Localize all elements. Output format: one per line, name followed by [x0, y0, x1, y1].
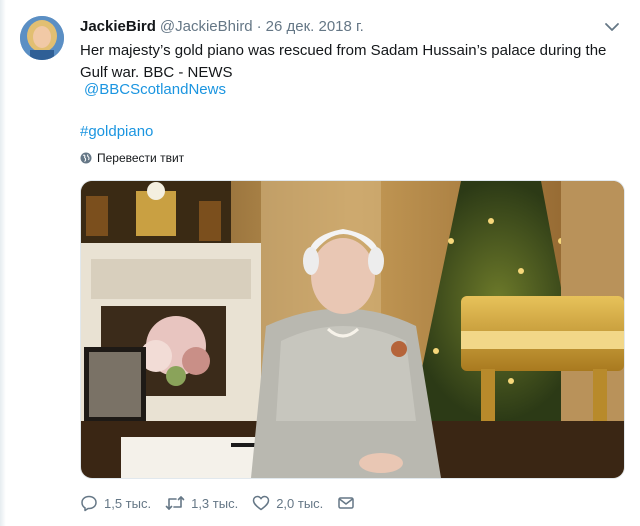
retweet-icon — [165, 496, 185, 510]
reply-icon — [81, 495, 97, 512]
reply-count: 1,5 тыс. — [104, 495, 152, 511]
globe-icon — [80, 152, 92, 164]
tweet-date[interactable]: 26 дек. 2018 г. — [266, 18, 364, 35]
reply-button[interactable]: 1,5 тыс. — [80, 494, 151, 512]
separator: · — [256, 17, 262, 35]
like-icon — [252, 495, 270, 511]
tweet-header: JackieBird @JackieBhird · 26 дек. 2018 г… — [80, 16, 364, 36]
message-button[interactable] — [337, 494, 355, 512]
like-button[interactable]: 2,0 тыс. — [252, 494, 323, 512]
retweet-button[interactable]: 1,3 тыс. — [165, 494, 238, 512]
user-handle[interactable]: @JackieBhird — [160, 18, 253, 35]
display-name[interactable]: JackieBird — [80, 18, 156, 35]
translate-label: Перевести твит — [97, 151, 185, 165]
retweet-count: 1,3 тыс. — [191, 495, 239, 511]
tweet-text: Her majesty’s gold piano was rescued fro… — [80, 42, 607, 81]
like-count: 2,0 тыс. — [276, 495, 324, 511]
mention-link[interactable]: @BBCScotlandNews — [84, 80, 226, 100]
hashtag-link[interactable]: #goldpiano — [80, 122, 153, 142]
chevron-down-icon[interactable] — [604, 20, 620, 32]
avatar[interactable] — [20, 16, 64, 60]
tweet-actions: 1,5 тыс. 1,3 тыс. 2,0 тыс. — [80, 493, 369, 513]
page-edge — [0, 0, 6, 526]
translate-tweet-link[interactable]: Перевести твит — [80, 151, 184, 165]
message-icon — [338, 497, 355, 509]
tweet-photo[interactable] — [80, 180, 625, 479]
